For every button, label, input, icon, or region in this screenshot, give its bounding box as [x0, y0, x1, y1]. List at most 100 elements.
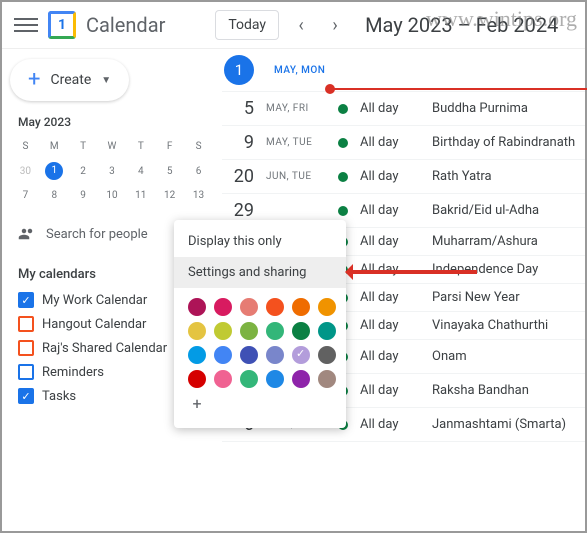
annotation-arrow: [327, 88, 587, 90]
add-color-icon[interactable]: +: [188, 394, 206, 412]
weekday-label: T: [127, 137, 154, 156]
mini-day[interactable]: 11: [127, 186, 154, 205]
create-button[interactable]: + Create ▼: [10, 59, 129, 101]
mini-day[interactable]: 7: [12, 186, 39, 205]
mini-day[interactable]: 6: [185, 158, 212, 184]
allday-label: All day: [360, 290, 420, 305]
weekday-label: S: [12, 137, 39, 156]
color-swatch[interactable]: [292, 322, 310, 340]
allday-label: All day: [360, 234, 420, 249]
day-number: 20: [226, 166, 254, 187]
calendar-logo: 1: [48, 11, 76, 39]
watermark-text: www.wintips.org: [426, 6, 577, 32]
color-swatch[interactable]: [266, 346, 284, 364]
menu-icon[interactable]: [14, 13, 38, 37]
calendar-label: Tasks: [42, 389, 76, 404]
mini-day[interactable]: 8: [41, 186, 68, 205]
mini-day[interactable]: 12: [156, 186, 183, 205]
event-row[interactable]: 9 MAY, TUE All day Birthday of Rabindranath: [222, 126, 585, 160]
color-swatch[interactable]: [240, 298, 258, 316]
color-swatch[interactable]: [318, 298, 336, 316]
today-button[interactable]: Today: [215, 10, 279, 40]
next-icon[interactable]: ›: [323, 13, 347, 37]
day-label: MAY, MON: [274, 65, 325, 76]
weekday-label: F: [156, 137, 183, 156]
event-title: Vinayaka Chathurthi: [432, 318, 548, 333]
color-swatch[interactable]: [266, 298, 284, 316]
event-row[interactable]: 20JUN, TUEAll dayRath Yatra: [222, 160, 585, 194]
allday-label: All day: [360, 383, 420, 398]
event-title: Onam: [432, 349, 467, 364]
color-swatch[interactable]: [292, 346, 310, 364]
color-swatch[interactable]: [240, 322, 258, 340]
day-label: MAY, TUE: [266, 137, 326, 148]
color-swatch[interactable]: [188, 346, 206, 364]
color-swatch[interactable]: [188, 370, 206, 388]
mini-calendar[interactable]: SMTWTFS 3012345678910111213: [10, 135, 214, 207]
color-swatch[interactable]: [292, 298, 310, 316]
allday-label: All day: [360, 169, 420, 184]
mini-day[interactable]: 9: [70, 186, 97, 205]
menu-settings-sharing[interactable]: Settings and sharing: [174, 257, 346, 288]
day-label: MAY, FRI: [266, 103, 326, 114]
weekday-label: S: [185, 137, 212, 156]
people-icon: [18, 225, 36, 243]
mini-day[interactable]: 1: [41, 158, 68, 184]
event-title: Muharram/Ashura: [432, 234, 538, 249]
weekday-label: W: [99, 137, 126, 156]
color-swatch[interactable]: [214, 322, 232, 340]
color-swatch[interactable]: [240, 370, 258, 388]
color-swatch[interactable]: [240, 346, 258, 364]
calendar-label: My Work Calendar: [42, 293, 147, 308]
allday-label: All day: [360, 135, 420, 150]
color-swatch[interactable]: [266, 370, 284, 388]
mini-day[interactable]: 4: [127, 158, 154, 184]
event-title: Parsi New Year: [432, 290, 520, 305]
event-title: Raksha Bandhan: [432, 383, 529, 398]
color-swatch[interactable]: [318, 370, 336, 388]
day-number: 9: [226, 132, 254, 153]
mini-day[interactable]: 13: [185, 186, 212, 205]
event-dot-icon: [338, 172, 348, 182]
color-swatch[interactable]: [318, 322, 336, 340]
allday-label: All day: [360, 349, 420, 364]
event-row[interactable]: 5MAY, FRIAll dayBuddha Purnima: [222, 92, 585, 126]
event-title: Birthday of Rabindranath: [432, 135, 575, 150]
allday-label: All day: [360, 203, 420, 218]
weekday-label: T: [70, 137, 97, 156]
checkbox-icon[interactable]: [18, 364, 34, 380]
calendar-label: Reminders: [42, 365, 104, 380]
day-number: 29: [226, 200, 254, 221]
color-swatches: +: [174, 288, 346, 422]
color-swatch[interactable]: [214, 346, 232, 364]
checkbox-icon[interactable]: ✓: [18, 292, 34, 308]
calendar-label: Raj's Shared Calendar: [42, 341, 167, 356]
weekday-label: M: [41, 137, 68, 156]
checkbox-icon[interactable]: [18, 316, 34, 332]
prev-icon[interactable]: ‹: [289, 13, 313, 37]
mini-day[interactable]: 30: [12, 158, 39, 184]
day-label: JUN, TUE: [266, 171, 326, 182]
plus-icon: +: [28, 69, 40, 91]
mini-day[interactable]: 5: [156, 158, 183, 184]
allday-label: All day: [360, 318, 420, 333]
event-title: Janmashtami (Smarta): [432, 417, 566, 432]
color-swatch[interactable]: [318, 346, 336, 364]
mini-day[interactable]: 3: [99, 158, 126, 184]
create-label: Create: [50, 72, 91, 88]
checkbox-icon[interactable]: ✓: [18, 388, 34, 404]
color-swatch[interactable]: [292, 370, 310, 388]
menu-display-only[interactable]: Display this only: [174, 226, 346, 257]
checkbox-icon[interactable]: [18, 340, 34, 356]
allday-label: All day: [360, 101, 420, 116]
event-dot-icon: [338, 104, 348, 114]
color-swatch[interactable]: [214, 298, 232, 316]
color-swatch[interactable]: [188, 322, 206, 340]
color-swatch[interactable]: [214, 370, 232, 388]
color-swatch[interactable]: [266, 322, 284, 340]
color-swatch[interactable]: [188, 298, 206, 316]
event-row[interactable]: 1MAY, MON: [222, 49, 585, 92]
mini-day[interactable]: 2: [70, 158, 97, 184]
mini-month: May 2023: [18, 115, 214, 129]
mini-day[interactable]: 10: [99, 186, 126, 205]
